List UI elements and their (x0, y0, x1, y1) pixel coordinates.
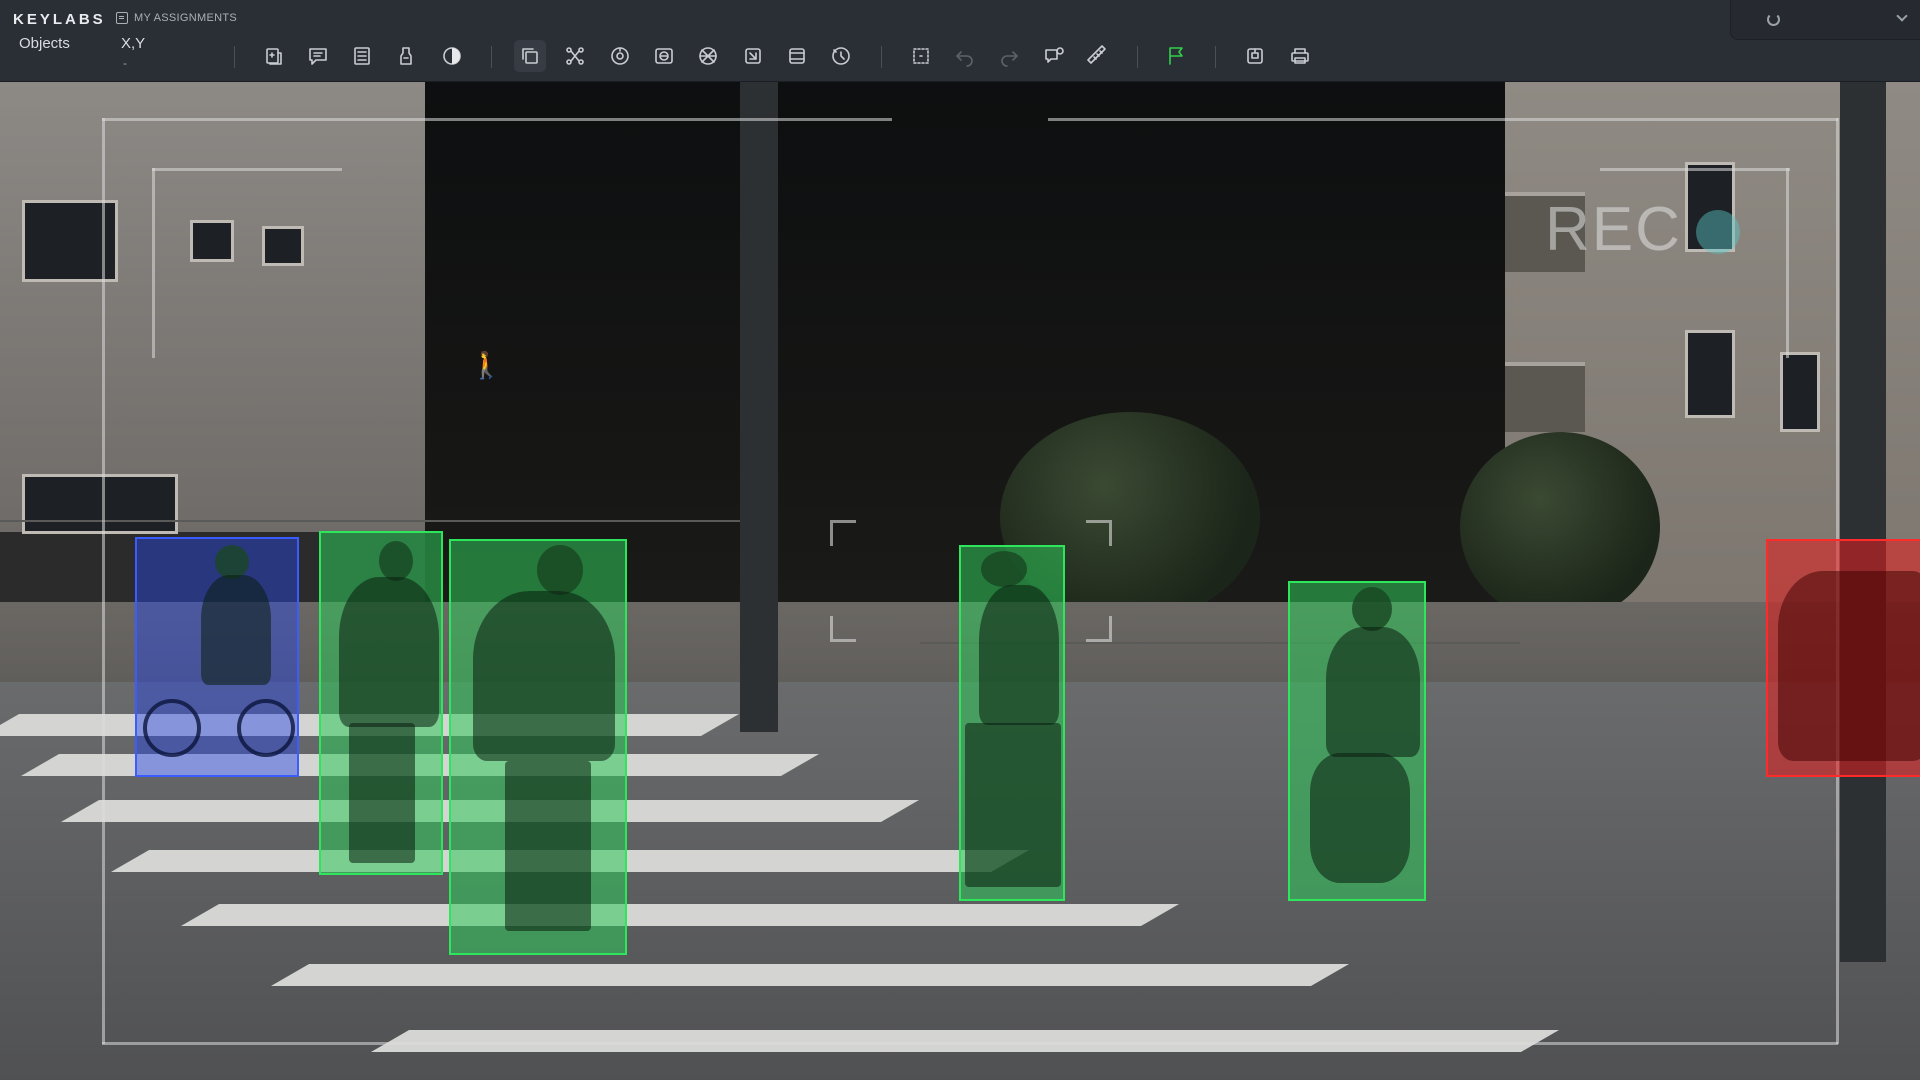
focus-corner (830, 520, 856, 546)
redo-icon[interactable] (993, 40, 1025, 72)
top-app-bar: KEYLABS MY ASSIGNMENTS Objects X,Y - (0, 0, 1920, 82)
viewfinder-line (1600, 168, 1790, 171)
toolbar-divider (234, 46, 235, 68)
viewfinder-line (152, 168, 155, 358)
my-assignments-label: MY ASSIGNMENTS (134, 12, 238, 24)
annotation-canvas[interactable]: 🚶 REC (0, 82, 1920, 1080)
crop-tool-icon[interactable] (737, 40, 769, 72)
pedestrian-signal-icon: 🚶 (470, 350, 503, 380)
select-area-tool-icon[interactable] (905, 40, 937, 72)
brand-logo[interactable]: KEYLABS (13, 11, 106, 28)
session-control[interactable] (1730, 0, 1920, 40)
annotation-toolbar (0, 40, 1400, 74)
chevron-down-icon[interactable] (1896, 10, 1908, 22)
timer-tool-icon[interactable] (825, 40, 857, 72)
mask-tool-icon[interactable] (648, 40, 680, 72)
bounding-box-person[interactable] (959, 545, 1065, 901)
traffic-pole (1840, 82, 1886, 962)
bounding-box-car[interactable] (1766, 539, 1920, 777)
toolbar-divider (1215, 46, 1216, 68)
tree (1460, 432, 1660, 622)
polygon-tool-icon[interactable] (559, 40, 591, 72)
toolbar-divider (1137, 46, 1138, 68)
toolbar-divider (881, 46, 882, 68)
fence (0, 520, 760, 522)
ruler-icon[interactable] (1082, 40, 1114, 72)
utility-pole (740, 82, 778, 732)
toolbar-divider (491, 46, 492, 68)
bounding-box-person[interactable] (319, 531, 443, 875)
viewfinder-line (1786, 168, 1789, 358)
annotation-comment-icon[interactable] (1038, 40, 1070, 72)
contrast-tool-icon[interactable] (436, 40, 468, 72)
bounding-box-person[interactable] (1288, 581, 1426, 901)
add-object-tool-icon[interactable] (258, 40, 290, 72)
bike-wheel (237, 699, 295, 757)
focus-corner (1086, 616, 1112, 642)
bounding-box-bicycle[interactable] (135, 537, 299, 777)
viewfinder-line (102, 118, 105, 1044)
rec-label: REC (1545, 195, 1682, 264)
copy-frame-tool-icon[interactable] (514, 40, 546, 72)
flag-icon[interactable] (1160, 40, 1192, 72)
focus-corner (830, 616, 856, 642)
bounding-box-person[interactable] (449, 539, 627, 955)
assignments-icon (116, 12, 128, 24)
undo-icon[interactable] (949, 40, 981, 72)
ellipse-tool-icon[interactable] (604, 40, 636, 72)
comment-tool-icon[interactable] (302, 40, 334, 72)
frame-tool-icon[interactable] (781, 40, 813, 72)
marker-tool-icon[interactable] (390, 40, 422, 72)
viewfinder-line (152, 168, 342, 171)
bike-wheel (143, 699, 201, 757)
focus-corner (1086, 520, 1112, 546)
left-building (0, 82, 430, 534)
viewfinder-line (102, 118, 892, 121)
grid-tool-icon[interactable] (692, 40, 724, 72)
list-tool-icon[interactable] (346, 40, 378, 72)
save-icon[interactable] (1239, 40, 1271, 72)
recording-dot-icon (1696, 210, 1740, 254)
my-assignments-link[interactable]: MY ASSIGNMENTS (116, 12, 237, 24)
viewfinder-line (102, 1042, 1838, 1045)
print-icon[interactable] (1284, 40, 1316, 72)
viewfinder-line (1048, 118, 1838, 121)
sync-icon[interactable] (1767, 13, 1780, 26)
